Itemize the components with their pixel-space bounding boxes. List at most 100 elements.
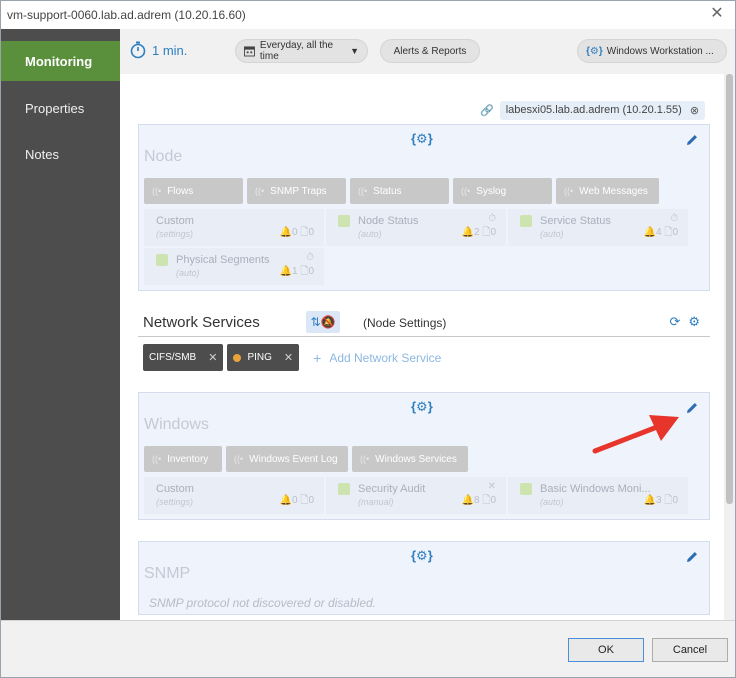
monitor-card-basic-windows-monitor[interactable]: Basic Windows Moni... (auto) 🔔3 🗋0 <box>508 477 688 514</box>
caret-down-icon: ▼ <box>350 46 359 56</box>
gear-braces-icon: {⚙} <box>411 399 433 414</box>
snmp-panel: {⚙} SNMP SNMP protocol not discovered or… <box>138 541 710 615</box>
panel-title: Windows <box>144 416 209 433</box>
refresh-icon[interactable]: ⟳ <box>669 314 680 330</box>
sidebar-item-monitoring[interactable]: Monitoring <box>1 41 127 81</box>
clock-icon: ⏱ <box>306 252 314 263</box>
node-panel: {⚙} Node ((• Flows ((• SNMP Traps ((• Statu… <box>138 124 710 291</box>
calendar-icon <box>244 46 255 57</box>
close-icon[interactable]: ✕ <box>709 6 725 22</box>
panel-title: Node <box>144 148 183 165</box>
window-title: vm-support-0060.lab.ad.adrem (10.20.16.6… <box>7 8 246 22</box>
snmp-traps-button[interactable]: ((• SNMP Traps <box>247 178 346 204</box>
network-services-header: Network Services ⇅🔕 (Node Settings) ⟳ ⚙ <box>138 311 710 337</box>
monitor-card-service-status[interactable]: Service Status (auto) ⏱ 🔔4 🗋0 <box>508 209 688 246</box>
scrollbar-thumb[interactable] <box>726 74 733 504</box>
button-label: Status <box>373 185 402 197</box>
node-settings-link[interactable]: (Node Settings) <box>363 316 446 330</box>
doc-count: 0 <box>490 227 496 238</box>
card-counts: 🔔1 🗋0 <box>279 266 314 277</box>
alert-count: 1 <box>292 266 298 277</box>
template-label: Windows Workstation ... <box>606 45 714 57</box>
red-arrow-annotation <box>592 415 679 454</box>
schedule-label: Everyday, all the time <box>259 40 334 62</box>
dialog-footer: OK Cancel <box>1 620 735 677</box>
monitor-card-custom[interactable]: Custom (settings) 🔔0 🗋0 <box>144 477 324 514</box>
alerts-reports-button[interactable]: Alerts & Reports <box>380 39 480 63</box>
button-label: Windows Event Log <box>249 453 338 465</box>
host-chip: 🔗 labesxi05.lab.ad.adrem (10.20.1.55) ⊗ <box>480 100 706 120</box>
alert-count: 2 <box>474 227 480 238</box>
vertical-scrollbar[interactable] <box>724 74 735 620</box>
signal-icon: ((• <box>564 186 574 196</box>
ok-button[interactable]: OK <box>568 638 644 662</box>
pencil-icon[interactable] <box>685 401 699 415</box>
link-icon: 🔗 <box>480 104 494 117</box>
doc-count: 0 <box>308 266 314 277</box>
schedule-dropdown[interactable]: Everyday, all the time ▼ <box>235 39 368 63</box>
service-chip-ping[interactable]: PING ✕ <box>227 344 300 371</box>
remove-icon[interactable]: ✕ <box>208 351 217 364</box>
doc-count: 0 <box>672 495 678 506</box>
title-bar: vm-support-0060.lab.ad.adrem (10.20.16.6… <box>1 1 735 29</box>
monitoring-content: 🔗 labesxi05.lab.ad.adrem (10.20.1.55) ⊗ … <box>120 74 724 620</box>
sidebar-item-label: Notes <box>25 146 59 162</box>
pencil-icon[interactable] <box>685 133 699 147</box>
sidebar-item-properties[interactable]: Properties <box>1 87 120 129</box>
inventory-button[interactable]: ((• Inventory <box>144 446 222 472</box>
alerts-reports-label: Alerts & Reports <box>393 45 467 57</box>
service-chip-cifs[interactable]: CIFS/SMB ✕ <box>143 344 224 371</box>
remove-icon[interactable]: ✕ <box>284 351 293 364</box>
monitor-card-node-status[interactable]: Node Status (auto) ⏱ 🔔2 🗋0 <box>326 209 506 246</box>
flows-button[interactable]: ((• Flows <box>144 178 243 204</box>
monitor-card-security-audit[interactable]: Security Audit (manual) ✕ 🔔8 🗋0 <box>326 477 506 514</box>
interval-label: 1 min. <box>152 42 188 58</box>
gear-braces-icon: {⚙} <box>411 131 433 146</box>
cancel-button[interactable]: Cancel <box>652 638 728 662</box>
card-name-text: Custom <box>156 483 194 495</box>
signal-icon: ((• <box>255 186 265 196</box>
doc-count: 0 <box>490 495 496 506</box>
service-label: CIFS/SMB <box>149 352 197 363</box>
close-icon[interactable]: ✕ <box>488 481 496 492</box>
remove-host-icon[interactable]: ⊗ <box>690 104 699 117</box>
windows-event-log-button[interactable]: ((• Windows Event Log <box>226 446 348 472</box>
status-button[interactable]: ((• Status <box>350 178 449 204</box>
card-counts: 🔔2 🗋0 <box>461 227 496 238</box>
windows-services-button[interactable]: ((• Windows Services <box>352 446 468 472</box>
panel-title: SNMP <box>144 565 191 582</box>
syslog-button[interactable]: ((• Syslog <box>453 178 552 204</box>
sidebar-item-notes[interactable]: Notes <box>1 133 120 175</box>
card-name-text: Service Status <box>540 215 611 227</box>
cube-icon <box>338 483 350 495</box>
button-label: Inventory <box>167 453 209 465</box>
monitor-card-physical-segments[interactable]: Physical Segments (auto) ⏱ 🔔1 🗋0 <box>144 248 324 285</box>
status-dot <box>233 353 242 362</box>
signal-icon: ((• <box>152 454 162 464</box>
node-button-row: ((• Flows ((• SNMP Traps ((• Status ((• Sysl… <box>144 178 659 204</box>
monitor-card-custom[interactable]: Custom (settings) 🔔0 🗋0 <box>144 209 324 246</box>
button-label: Windows Services <box>375 453 457 465</box>
signal-icon: ((• <box>360 454 370 464</box>
cube-icon <box>520 215 532 227</box>
web-messages-button[interactable]: ((• Web Messages <box>556 178 659 204</box>
pencil-icon[interactable] <box>685 550 699 564</box>
add-network-service-button[interactable]: + Add Network Service <box>313 350 441 366</box>
ok-label: OK <box>598 644 614 656</box>
cube-icon <box>156 254 168 266</box>
card-name-text: Custom <box>156 215 194 227</box>
notifications-toggle[interactable]: ⇅🔕 <box>306 311 340 333</box>
card-counts: 🔔3 🗋0 <box>643 495 678 506</box>
card-counts: 🔔8 🗋0 <box>461 495 496 506</box>
template-button[interactable]: {⚙} Windows Workstation ... <box>577 39 727 63</box>
windows-button-row: ((• Inventory ((• Windows Event Log ((• Win… <box>144 446 468 472</box>
sidebar-item-label: Properties <box>25 100 85 116</box>
doc-count: 0 <box>672 227 678 238</box>
card-counts: 🔔0 🗋0 <box>279 227 314 238</box>
windows-monitor-cards: Custom (settings) 🔔0 🗋0 Security Audit (… <box>144 477 688 514</box>
gear-icon[interactable]: ⚙ <box>688 314 700 330</box>
button-label: SNMP Traps <box>270 185 327 197</box>
signal-icon: ((• <box>152 186 162 196</box>
snmp-message: SNMP protocol not discovered or disabled… <box>149 596 377 610</box>
interval-selector[interactable]: 1 min. <box>130 41 187 59</box>
